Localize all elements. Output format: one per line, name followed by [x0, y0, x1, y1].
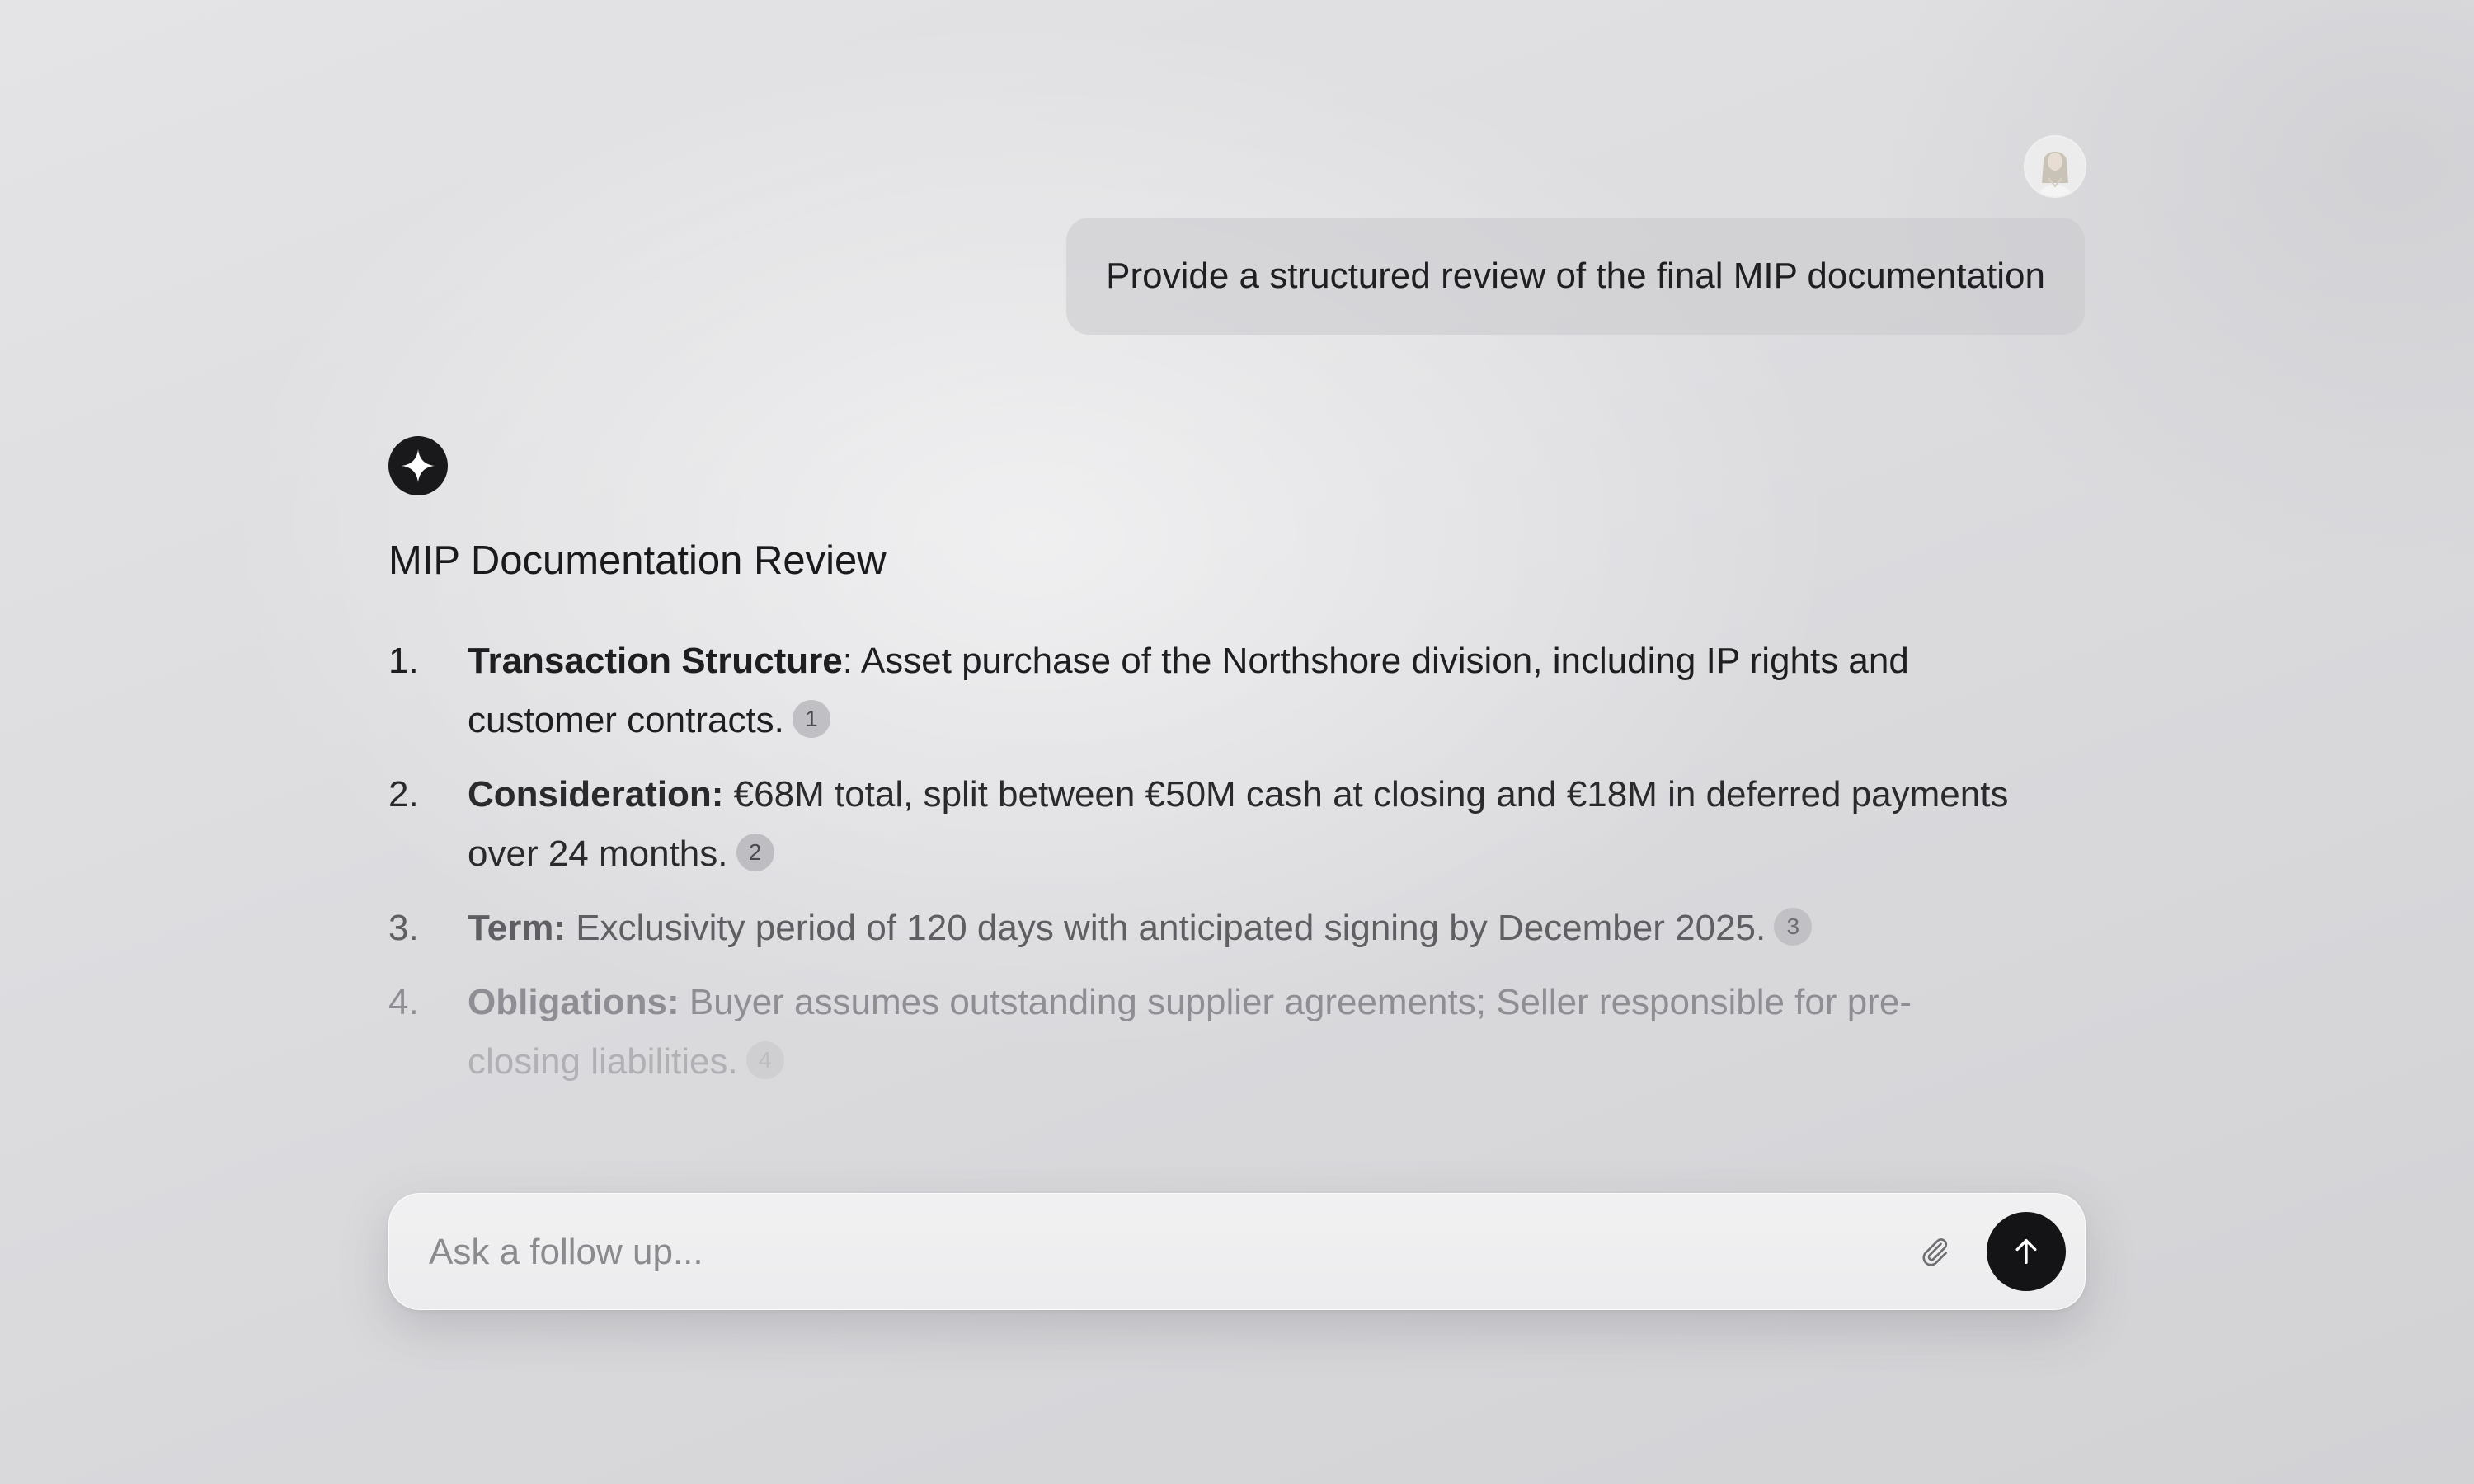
list-item-body: Transaction Structure: Asset purchase of…	[468, 632, 2046, 750]
list-item-separator: :	[842, 641, 854, 681]
list-item-text: Exclusivity period of 120 days with anti…	[565, 908, 1766, 948]
list-item-term: Consideration:	[468, 774, 724, 815]
list-item-body: Consideration: €68M total, split between…	[468, 765, 2046, 884]
paperclip-icon	[1922, 1238, 1948, 1266]
citation-badge[interactable]: 4	[745, 1041, 784, 1080]
arrow-up-icon	[2015, 1239, 2037, 1264]
list-item-number: 3.	[388, 908, 419, 948]
list-item-number: 2.	[388, 774, 419, 815]
follow-up-composer	[388, 1193, 2086, 1311]
citation-badge[interactable]: 3	[1774, 908, 1813, 946]
user-avatar[interactable]	[2025, 137, 2085, 196]
user-message-text: Provide a structured review of the final…	[1106, 256, 2045, 296]
list-item: 3. Term: Exclusivity period of 120 days …	[388, 899, 2046, 958]
list-item-text-continued: closing liabilities.	[468, 1041, 738, 1082]
attach-button[interactable]	[1915, 1232, 1954, 1271]
citation-badge[interactable]: 2	[736, 834, 774, 872]
sparkle-icon	[402, 449, 435, 482]
response-list: 1. Transaction Structure: Asset purchase…	[388, 632, 2046, 1106]
user-message-bubble: Provide a structured review of the final…	[1066, 218, 2085, 335]
list-item-number: 4.	[388, 982, 419, 1022]
send-button[interactable]	[1987, 1212, 2066, 1291]
list-item: 1. Transaction Structure: Asset purchase…	[388, 632, 2046, 750]
list-item-term: Term:	[468, 908, 566, 948]
response-title: MIP Documentation Review	[388, 538, 887, 583]
list-item-term: Obligations:	[468, 982, 680, 1022]
user-avatar-photo	[2025, 137, 2085, 196]
assistant-avatar	[388, 436, 448, 495]
list-item: 4. Obligations: Buyer assumes outstandin…	[388, 973, 2046, 1092]
follow-up-input[interactable]	[427, 1194, 1898, 1311]
citation-badge[interactable]: 1	[792, 700, 830, 739]
list-item-term: Transaction Structure	[468, 641, 843, 681]
list-item: 2. Consideration: €68M total, split betw…	[388, 765, 2046, 884]
list-item-body: Obligations: Buyer assumes outstanding s…	[468, 973, 2046, 1092]
list-item-text: Buyer assumes outstanding supplier agree…	[679, 982, 1912, 1022]
list-item-body: Term: Exclusivity period of 120 days wit…	[468, 899, 2046, 958]
list-item-number: 1.	[388, 641, 419, 681]
